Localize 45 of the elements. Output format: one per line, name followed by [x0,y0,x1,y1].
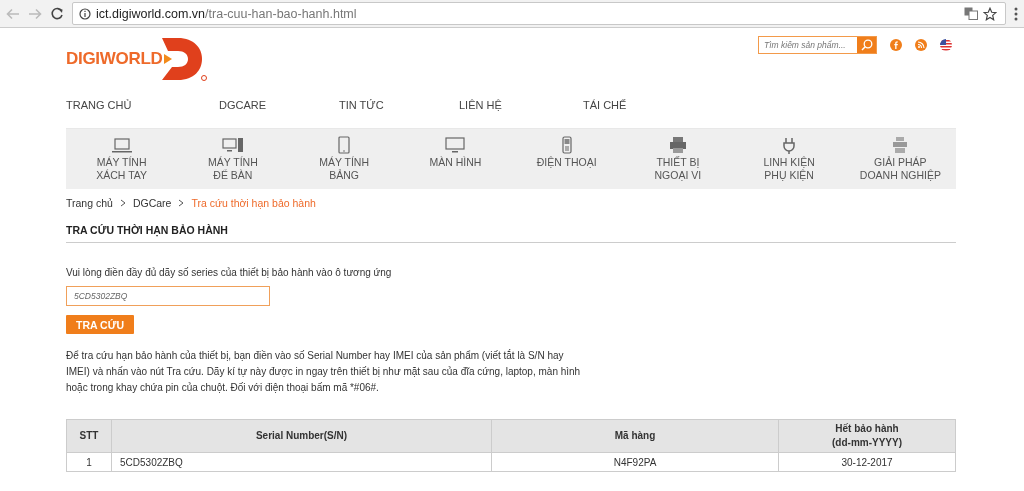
url-path: /tra-cuu-han-bao-hanh.html [205,6,357,21]
reload-icon[interactable] [50,6,64,21]
category-link[interactable]: MÀN HÌNH [399,129,511,189]
nav-link[interactable]: TÁI CHẾ [583,99,627,111]
chevron-icon [178,199,185,207]
desktop-icon [220,136,245,154]
star-icon[interactable] [983,6,997,21]
search-field[interactable]: Tìm kiếm sản phẩm... [758,36,877,54]
monitor-icon [443,136,468,154]
page-heading: TRA CỨU THỜI HẠN BẢO HÀNH [66,224,956,243]
column-header: Serial Number(S/N) [111,419,492,453]
breadcrumb-link[interactable]: Trang chủ [66,197,113,209]
category-link[interactable]: GIẢI PHÁP DOANH NGHIỆP [844,129,956,189]
table-cell: 30-12-2017 [778,452,956,472]
help-paragraph: Để tra cứu hạn bảo hành của thiết bị, bạn điền vào số Serial Number hay IMEI của sản phẩm (viết tắt là S/N hay IMEI) và nhấn vào nút Tra cứu. Dãy kí tự này được in ngay trên thiết bị như mặt sau của đĩa cứng, laptop, màn hình hoặc trong khay chứa pin của chuột. Đối với điện thoại bấm mã *#06#. [66,348,582,395]
table-cell: 1 [66,452,112,472]
category-link[interactable]: LINH KIỆN PHỤ KIỆN [733,129,845,189]
rss-icon[interactable] [915,39,927,51]
category-link[interactable]: MÁY TÍNH XÁCH TAY [66,129,178,189]
category-link[interactable]: ĐIỆN THOẠI [511,129,623,189]
breadcrumb-link[interactable]: DGCare [132,197,172,209]
category-link[interactable]: THIẾT BỊ NGOẠI VI [622,129,734,189]
us-flag-icon[interactable] [940,39,952,51]
chevron-icon [119,199,126,207]
column-header: Mã hàng [491,419,779,453]
column-header: STT [66,419,112,453]
table-cell: 5CD5302ZBQ [111,452,492,472]
nav-link[interactable]: TRANG CHỦ [66,99,219,111]
info-icon[interactable] [79,7,91,20]
search-icon[interactable] [857,37,876,53]
url-host: ict.digiworld.com.vn [96,6,206,21]
nav-link[interactable]: TIN TỨC [339,99,459,111]
menu-icon[interactable] [1014,6,1018,21]
address-bar[interactable]: ict.digiworld.com.vn/tra-cuu-han-bao-hanh.html [72,2,1006,25]
serial-input[interactable]: 5CD5302ZBQ [66,286,270,306]
column-header: Hết bảo hành (dd-mm-YYYY) [778,419,956,453]
table-cell: N4F92PA [491,452,779,472]
laptop-icon [109,136,134,154]
nav-link[interactable]: DGCARE [219,99,339,111]
nav-link[interactable]: LIÊN HỆ [459,99,583,111]
category-link[interactable]: MÁY TÍNH ĐỂ BÀN [177,129,289,189]
instruction-text: Vui lòng điền đầy đủ dãy số series của thiết bị bảo hành vào ô tương ứng [66,267,393,278]
category-link[interactable]: MÁY TÍNH BẢNG [288,129,400,189]
translate-icon[interactable] [964,7,978,20]
facebook-icon[interactable] [890,39,902,51]
